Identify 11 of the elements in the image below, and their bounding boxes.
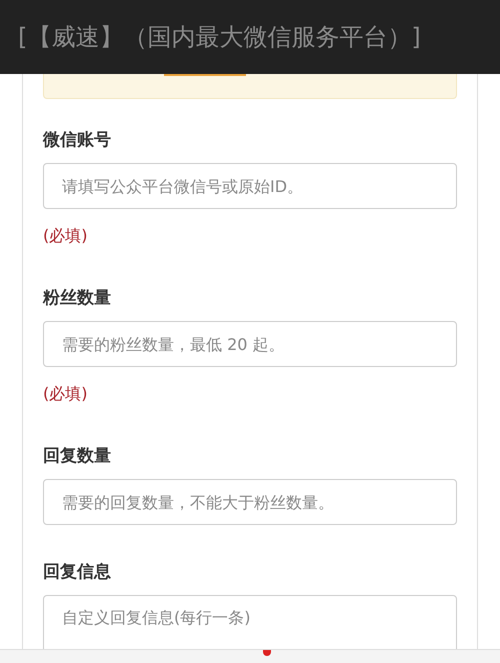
field-label: 回复数量 [43, 445, 112, 467]
page-title: [【威速】（国内最大微信服务平台）] [18, 22, 421, 53]
input-field[interactable]: 自定义回复信息(每行一条) [43, 595, 457, 649]
input-field[interactable]: 需要的粉丝数量，最低 20 起。 [43, 321, 457, 367]
field-label: 微信账号 [43, 129, 112, 151]
field-label: 粉丝数量 [43, 287, 112, 309]
input-field[interactable]: 需要的回复数量，不能大于粉丝数量。 [43, 479, 457, 525]
input-field[interactable]: 请填写公众平台微信号或原始ID。 [43, 163, 457, 209]
field-label: 回复信息 [43, 561, 112, 583]
required-note: (必填) [43, 383, 88, 405]
required-note: (必填) [43, 225, 88, 247]
